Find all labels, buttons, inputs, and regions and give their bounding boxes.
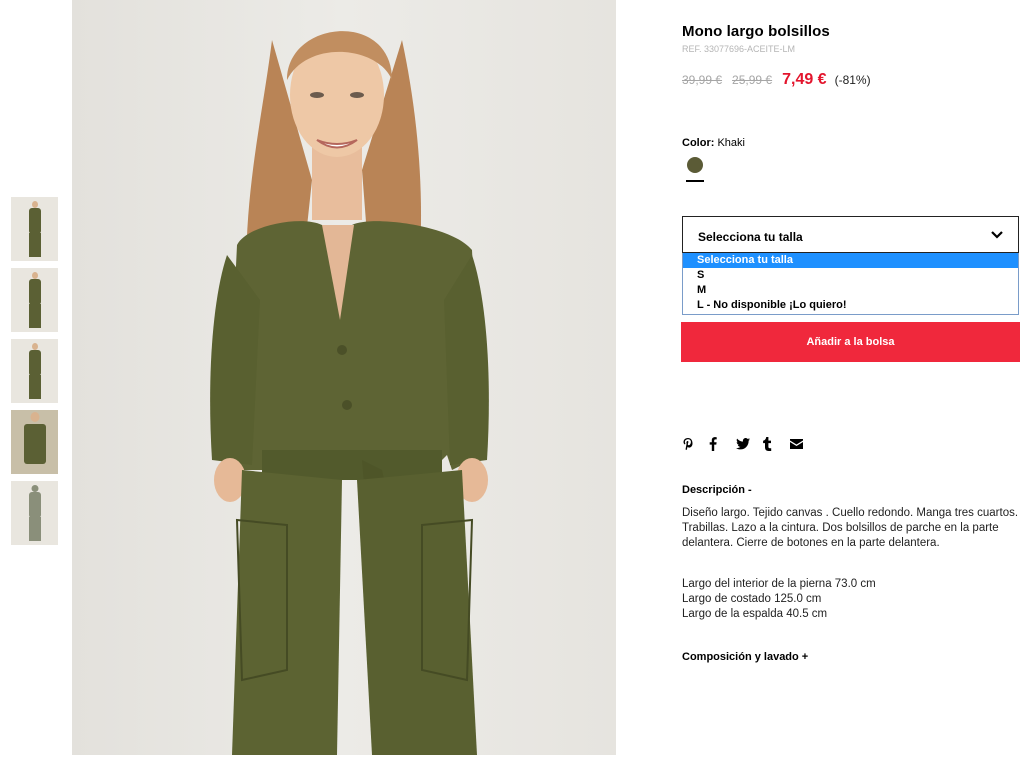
chevron-down-icon xyxy=(991,231,1003,239)
add-to-bag-button[interactable]: Añadir a la bolsa xyxy=(681,322,1020,362)
tumblr-icon[interactable] xyxy=(763,436,790,452)
size-select-value: Selecciona tu talla xyxy=(698,230,803,244)
thumbnail-4[interactable] xyxy=(11,410,58,474)
product-title: Mono largo bolsillos xyxy=(682,23,830,40)
color-label-title: Color: xyxy=(682,137,715,149)
size-option-l[interactable]: L - No disponible ¡Lo quiero! xyxy=(683,298,1018,313)
thumbnail-1[interactable] xyxy=(11,197,58,261)
size-dropdown-list: Selecciona tu talla S M L - No disponibl… xyxy=(682,253,1019,315)
size-option-placeholder[interactable]: Selecciona tu talla xyxy=(683,253,1018,268)
measurement-line: Largo de la espalda 40.5 cm xyxy=(682,608,828,620)
facebook-icon[interactable] xyxy=(709,436,736,452)
size-select[interactable]: Selecciona tu talla xyxy=(682,216,1019,253)
product-main-image xyxy=(72,0,616,755)
swatch-selected-indicator xyxy=(686,180,704,182)
twitter-icon[interactable] xyxy=(736,436,763,452)
discount-badge: (-81%) xyxy=(834,73,871,87)
price-previous: 25,99 € xyxy=(732,73,773,87)
measurements: Largo del interior de la pierna 73.0 cm … xyxy=(682,577,876,622)
thumbnail-2[interactable] xyxy=(11,268,58,332)
model-illustration xyxy=(210,31,489,755)
description-heading[interactable]: Descripción - xyxy=(682,484,752,496)
color-value: Khaki xyxy=(717,137,745,149)
size-option-m[interactable]: M xyxy=(683,283,1018,298)
color-swatch-khaki[interactable] xyxy=(687,157,703,173)
share-icons xyxy=(682,436,817,452)
product-reference: REF. 33077696-ACEITE-LM xyxy=(682,44,796,54)
size-option-s[interactable]: S xyxy=(683,268,1018,283)
measurement-line: Largo del interior de la pierna 73.0 cm xyxy=(682,578,876,590)
measurement-line: Largo de costado 125.0 cm xyxy=(682,593,822,605)
price-original: 39,99 € xyxy=(682,73,723,87)
pinterest-icon[interactable] xyxy=(682,436,709,452)
thumbnail-3[interactable] xyxy=(11,339,58,403)
composition-heading[interactable]: Composición y lavado + xyxy=(682,651,808,663)
thumbnail-5[interactable] xyxy=(11,481,58,545)
color-label: Color: Khaki xyxy=(682,137,745,149)
description-text: Diseño largo. Tejido canvas . Cuello red… xyxy=(682,507,1019,549)
price-current: 7,49 € xyxy=(782,71,827,88)
price-block: 39,99 € 25,99 € 7,49 € (-81%) xyxy=(682,71,871,89)
thumbnail-gallery xyxy=(11,197,58,552)
email-icon[interactable] xyxy=(790,436,817,452)
